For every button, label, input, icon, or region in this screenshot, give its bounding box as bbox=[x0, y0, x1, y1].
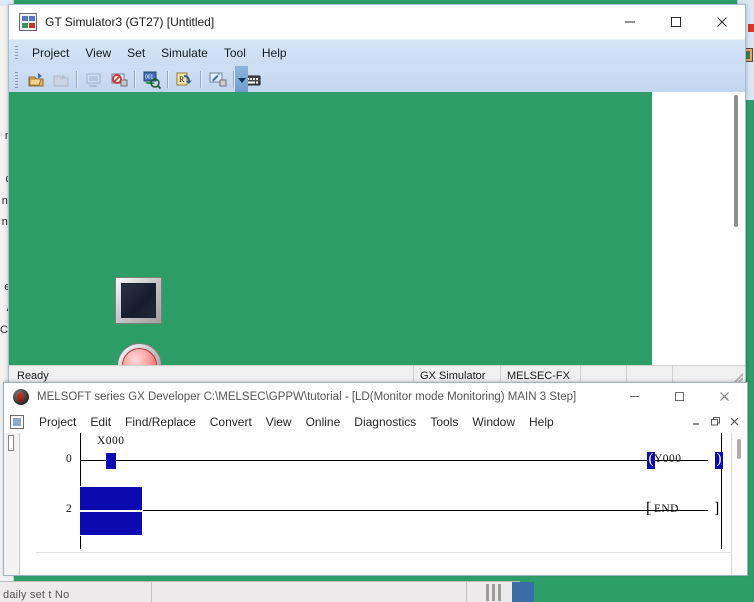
minimize-icon[interactable] bbox=[607, 5, 653, 39]
ladder-canvas[interactable]: 0 X000 Y000 ( ) 2 END [ ] bbox=[20, 433, 747, 575]
coil-open-paren[interactable]: ( bbox=[647, 452, 655, 469]
toolbar-overflow-chevron-icon[interactable] bbox=[235, 66, 248, 93]
menu-item-help[interactable]: Help bbox=[522, 413, 561, 431]
rung-step-number: 2 bbox=[66, 503, 72, 515]
menu-item-tool[interactable]: Tool bbox=[216, 43, 254, 63]
background-taskbar-block bbox=[512, 582, 534, 602]
gt-simulator-window: GT Simulator3 (GT27) [Untitled] Project … bbox=[8, 4, 746, 386]
gx-developer-window: MELSOFT series GX Developer C:\MELSEC\GP… bbox=[3, 382, 748, 576]
save-project-icon[interactable] bbox=[49, 69, 72, 91]
rung-2-wire bbox=[143, 510, 708, 511]
ladder-selection-block-lower[interactable] bbox=[79, 511, 143, 536]
document-icon bbox=[10, 414, 24, 429]
menu-item-project[interactable]: Project bbox=[24, 43, 77, 63]
minimize-icon[interactable] bbox=[612, 383, 657, 410]
toolbar-separator bbox=[134, 71, 136, 88]
background-statusbar-text: daily set t No bbox=[3, 589, 70, 601]
gt-toolbar: 001 R bbox=[9, 66, 745, 93]
background-statusbar-divider bbox=[466, 582, 467, 602]
background-scroll-mark bbox=[498, 584, 501, 601]
open-project-icon[interactable] bbox=[24, 69, 47, 91]
gt-canvas-vertical-scrollbar[interactable] bbox=[731, 93, 742, 359]
maximize-icon[interactable] bbox=[657, 383, 702, 410]
gt-window-title: GT Simulator3 (GT27) [Untitled] bbox=[45, 15, 215, 29]
menu-item-view[interactable]: View bbox=[259, 413, 299, 431]
ladder-scroll-thumb[interactable] bbox=[737, 439, 741, 459]
background-scroll-mark bbox=[486, 584, 489, 601]
toolbar-separator bbox=[167, 71, 169, 88]
rung-step-number: 0 bbox=[66, 453, 72, 465]
contact-x000[interactable] bbox=[106, 453, 116, 469]
ladder-vertical-scrollbar[interactable] bbox=[731, 433, 747, 575]
ladder-content-edge bbox=[36, 552, 731, 553]
coil-close-paren[interactable]: ) bbox=[715, 452, 723, 469]
menubar-grip[interactable] bbox=[15, 46, 18, 60]
gt-canvas-scroll-thumb[interactable] bbox=[734, 95, 738, 227]
menu-item-view[interactable]: View bbox=[77, 43, 119, 63]
background-red-icon bbox=[748, 24, 754, 32]
menu-item-simulate[interactable]: Simulate bbox=[153, 43, 216, 63]
gt-simulator-icon bbox=[19, 13, 37, 31]
ladder-selection-block-upper[interactable] bbox=[79, 486, 143, 511]
gt-window-buttons bbox=[607, 5, 745, 39]
gx-window-title: MELSOFT series GX Developer C:\MELSEC\GP… bbox=[37, 390, 577, 403]
ladder-left-gutter[interactable] bbox=[4, 433, 20, 575]
close-icon[interactable] bbox=[702, 383, 747, 410]
menu-item-find-replace[interactable]: Find/Replace bbox=[118, 413, 203, 431]
settings-icon[interactable] bbox=[206, 69, 229, 91]
menu-item-set[interactable]: Set bbox=[119, 43, 153, 63]
gx-menubar: Project Edit Find/Replace Convert View O… bbox=[4, 410, 747, 434]
menu-item-edit[interactable]: Edit bbox=[83, 413, 118, 431]
end-close-bracket: ] bbox=[714, 500, 720, 517]
gt-simulation-canvas bbox=[9, 92, 745, 385]
hmi-push-button-face bbox=[121, 283, 156, 318]
end-open-bracket: [ bbox=[646, 500, 652, 517]
hmi-push-button[interactable] bbox=[115, 277, 162, 324]
gx-window-buttons bbox=[612, 383, 747, 410]
background-scroll-mark bbox=[492, 584, 495, 601]
gx-titlebar[interactable]: MELSOFT series GX Developer C:\MELSEC\GP… bbox=[4, 383, 747, 410]
melsoft-icon bbox=[13, 388, 29, 405]
mdi-close-icon[interactable] bbox=[726, 413, 743, 429]
rung-0-wire bbox=[81, 460, 708, 461]
background-statusbar: daily set t No bbox=[0, 581, 520, 602]
close-icon[interactable] bbox=[699, 5, 745, 39]
mdi-minimize-icon[interactable] bbox=[688, 413, 705, 429]
menu-item-convert[interactable]: Convert bbox=[203, 413, 259, 431]
ladder-editor[interactable]: 0 X000 Y000 ( ) 2 END [ ] bbox=[4, 433, 747, 575]
toolbar-separator bbox=[200, 71, 202, 88]
menu-item-project[interactable]: Project bbox=[32, 413, 83, 431]
start-simulation-icon[interactable] bbox=[82, 69, 105, 91]
background-statusbar-divider bbox=[151, 582, 152, 602]
toolbar-separator bbox=[76, 71, 78, 88]
stop-simulation-icon[interactable] bbox=[107, 69, 130, 91]
menu-item-diagnostics[interactable]: Diagnostics bbox=[347, 413, 423, 431]
gt-titlebar[interactable]: GT Simulator3 (GT27) [Untitled] bbox=[9, 5, 745, 39]
toolbar-grip[interactable] bbox=[15, 71, 18, 88]
contact-label-x000: X000 bbox=[97, 435, 125, 447]
end-instruction[interactable]: END bbox=[654, 503, 679, 515]
snapshot-icon[interactable]: R bbox=[173, 69, 196, 91]
maximize-icon[interactable] bbox=[653, 5, 699, 39]
menu-item-online[interactable]: Online bbox=[299, 413, 348, 431]
coil-label-y000: Y000 bbox=[654, 453, 682, 465]
screenshot-root: mnctnengeeerACo daily set t No GT Simula… bbox=[0, 0, 754, 602]
menu-item-help[interactable]: Help bbox=[254, 43, 295, 63]
gt-menubar: Project View Set Simulate Tool Help bbox=[9, 39, 745, 66]
device-monitor-icon[interactable]: 001 bbox=[140, 69, 163, 91]
ladder-gutter-thumb[interactable] bbox=[8, 435, 14, 451]
mdi-restore-icon[interactable] bbox=[707, 413, 724, 429]
gx-mdi-buttons bbox=[688, 413, 743, 429]
menu-item-window[interactable]: Window bbox=[465, 413, 522, 431]
menu-item-tools[interactable]: Tools bbox=[423, 413, 465, 431]
hmi-screen[interactable] bbox=[9, 92, 652, 385]
